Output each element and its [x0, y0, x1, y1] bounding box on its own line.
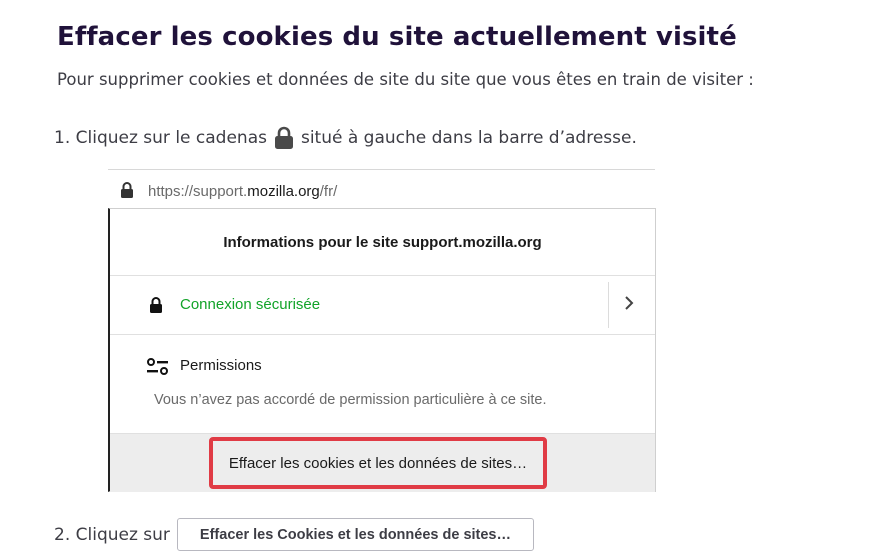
clear-cookies-button[interactable]: Effacer les cookies et les données de si… [209, 437, 547, 489]
url-suffix: /fr/ [319, 183, 338, 200]
url-text: https://support.mozilla.org/fr/ [148, 183, 337, 200]
lock-icon [273, 126, 295, 150]
site-info-panel: Informations pour le site support.mozill… [108, 208, 656, 492]
address-bar[interactable]: https://support.mozilla.org/fr/ [108, 169, 655, 209]
step-1-text-before: 1. Cliquez sur le cadenas [54, 128, 267, 148]
url-domain: mozilla.org [247, 183, 320, 200]
permissions-section: Permissions Vous n’avez pas accordé de p… [110, 335, 655, 434]
permissions-icon [146, 357, 170, 382]
step-1-text-after: situé à gauche dans la barre d’adresse. [300, 128, 637, 148]
panel-footer: Effacer les cookies et les données de si… [110, 434, 655, 492]
intro-text: Pour supprimer cookies et données de sit… [57, 70, 754, 89]
step-2: 2. Cliquez sur Effacer les Cookies et le… [54, 518, 534, 551]
divider [608, 282, 609, 328]
url-prefix: https://support. [148, 183, 248, 200]
step-1: 1. Cliquez sur le cadenas situé à gauche… [54, 126, 637, 150]
browser-screenshot: https://support.mozilla.org/fr/ Informat… [108, 169, 656, 492]
page-title: Effacer les cookies du site actuellement… [57, 22, 737, 52]
address-bar-lock-icon[interactable] [119, 181, 135, 204]
chevron-right-icon[interactable] [622, 293, 636, 318]
connection-label: Connexion sécurisée [180, 296, 321, 313]
clear-cookies-inline-button[interactable]: Effacer les Cookies et les données de si… [176, 518, 534, 551]
connection-lock-icon [148, 296, 164, 319]
panel-title: Informations pour le site support.mozill… [110, 209, 655, 276]
connection-row[interactable]: Connexion sécurisée [110, 276, 655, 335]
permissions-title: Permissions [180, 357, 262, 374]
permissions-description: Vous n’avez pas accordé de permission pa… [154, 392, 547, 408]
step-2-text: 2. Cliquez sur [54, 524, 170, 545]
